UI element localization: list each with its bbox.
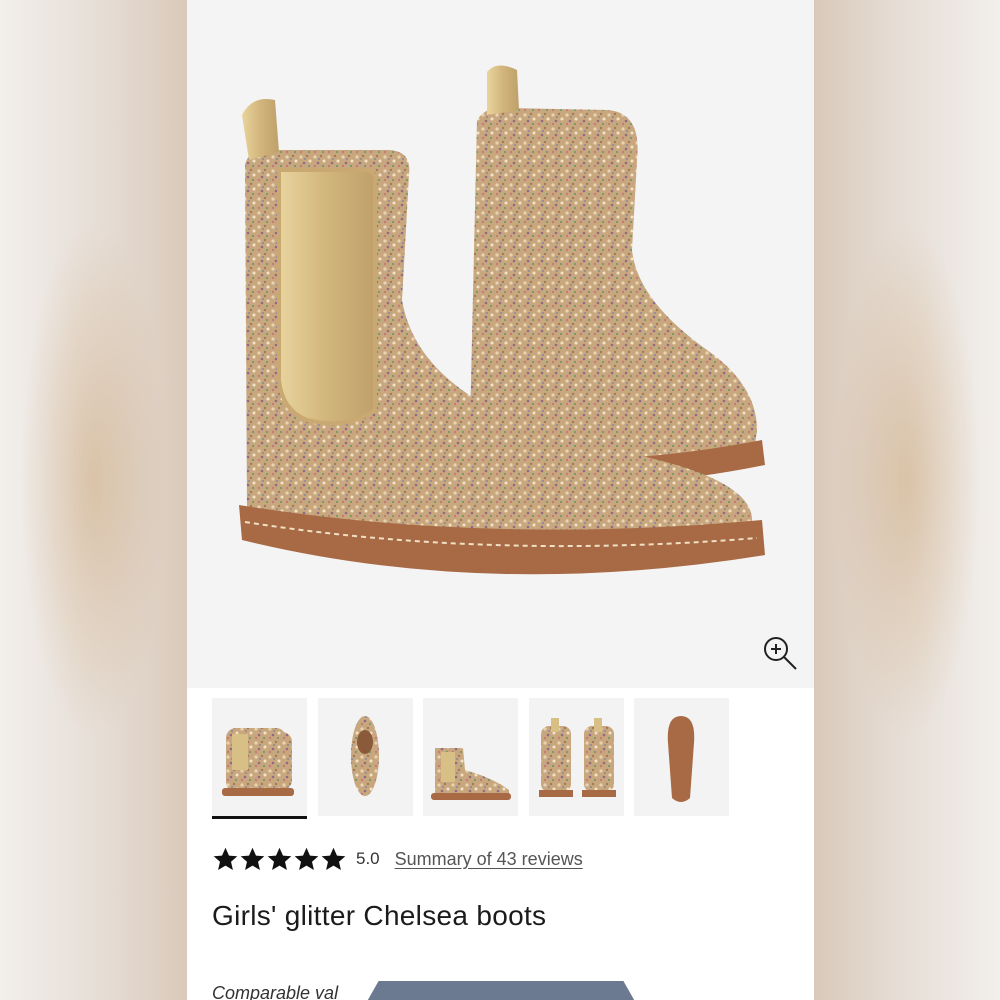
star-icon [240, 847, 265, 870]
star-icon [294, 847, 319, 870]
thumbnail-top-down[interactable] [318, 698, 413, 816]
thumbnail-gallery [212, 698, 792, 820]
background-right-blur [814, 0, 1000, 1000]
reviews-summary-link[interactable]: Summary of 43 reviews [395, 849, 583, 870]
background-left-blur [0, 0, 187, 1000]
thumbnail-pair-angle[interactable] [212, 698, 307, 819]
product-page: 5.0 Summary of 43 reviews Girls' glitter… [187, 0, 814, 1000]
thumbnail-side-profile[interactable] [423, 698, 518, 816]
boots-illustration [239, 65, 765, 575]
star-icon [267, 847, 292, 870]
product-main-image[interactable] [187, 0, 814, 688]
star-rating [212, 846, 347, 873]
rating-summary: 5.0 Summary of 43 reviews [212, 843, 583, 875]
product-title: Girls' glitter Chelsea boots [212, 900, 547, 931]
zoom-in-icon[interactable] [761, 634, 801, 674]
comparable-value-label: Comparable val [212, 983, 339, 1000]
rating-value: 5.0 [356, 849, 380, 868]
star-icon [213, 847, 238, 870]
star-icon [321, 847, 346, 870]
thumbnail-sole[interactable] [634, 698, 729, 816]
floating-action-tab[interactable] [365, 981, 637, 1000]
thumbnail-back-pair[interactable] [529, 698, 624, 816]
